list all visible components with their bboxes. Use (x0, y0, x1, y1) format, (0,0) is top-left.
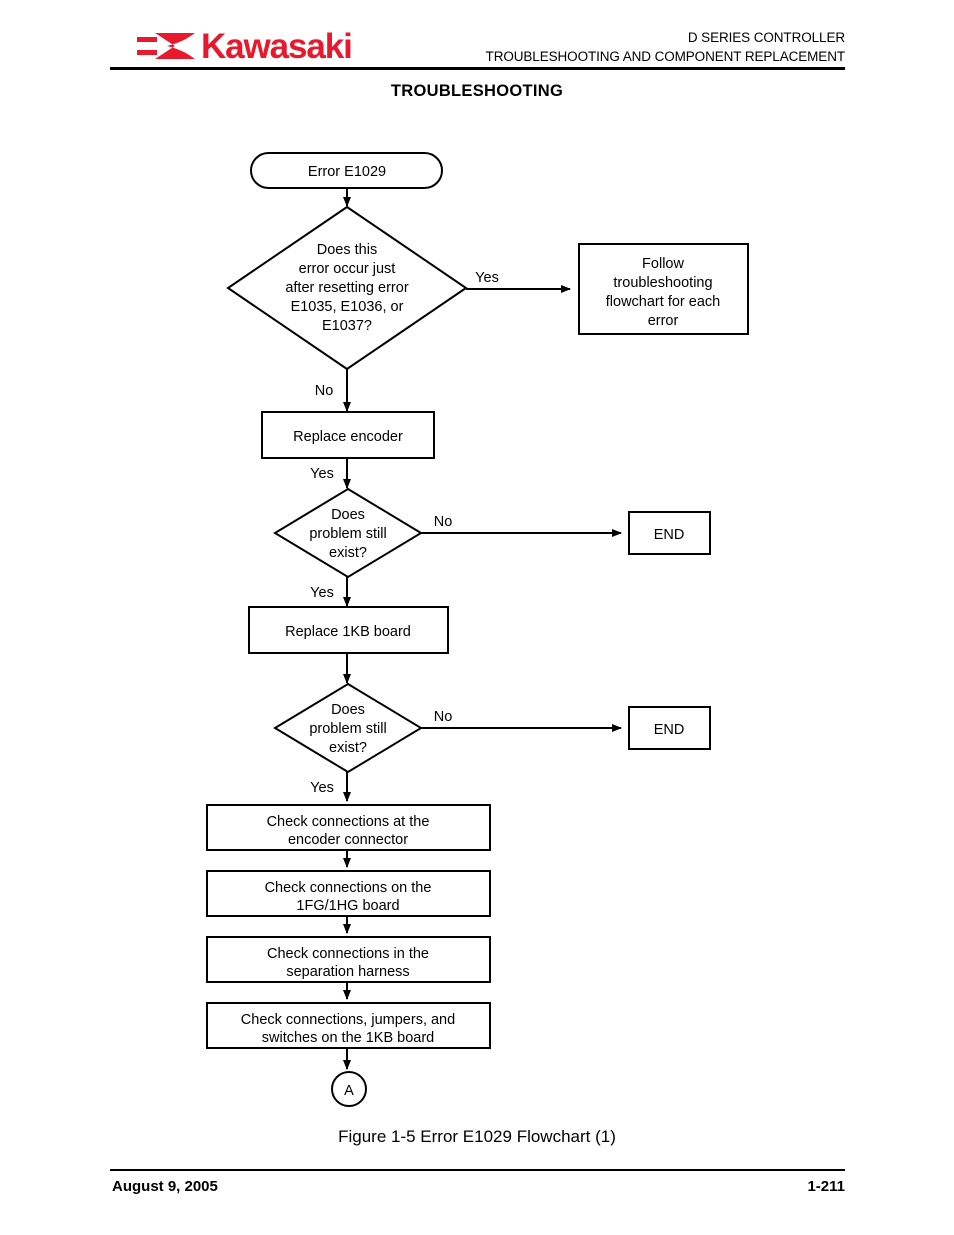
end2-label: END (654, 722, 685, 738)
decision3-yes-label: Yes (310, 780, 334, 796)
decision1-yes-label: Yes (475, 270, 499, 286)
flow-node-check-1kb-board: Check connections, jumpers, and switches… (206, 1002, 491, 1049)
page-header: Kawasaki D SERIES CONTROLLER TROUBLESHOO… (0, 0, 954, 100)
flow-node-decision2: Does problem still exist? (273, 487, 423, 579)
end1-label: END (654, 527, 685, 543)
check1-line-2: encoder connector (288, 832, 408, 848)
flow-node-follow-troubleshooting: Follow troubleshooting flowchart for eac… (578, 243, 749, 335)
troubleshooting-flowchart: Error E1029 Does this error occur just a… (0, 130, 954, 1115)
decision1-no-label: No (315, 383, 334, 399)
footer-date: August 9, 2005 (112, 1178, 218, 1195)
decision3-line-1: Does (331, 702, 365, 718)
check1-line-1: Check connections at the (267, 814, 430, 830)
follow-box-line-4: error (648, 313, 679, 329)
document-header-text: D SERIES CONTROLLER TROUBLESHOOTING AND … (485, 28, 846, 66)
document-page: Kawasaki D SERIES CONTROLLER TROUBLESHOO… (0, 0, 954, 1235)
document-series-line: D SERIES CONTROLLER (687, 30, 845, 45)
decision1-line-5: E1037? (322, 318, 372, 334)
decision2-line-3: exist? (329, 545, 367, 561)
check3-line-2: separation harness (286, 964, 409, 980)
follow-box-line-3: flowchart for each (606, 294, 720, 310)
flow-node-end-1: END (628, 511, 711, 555)
flow-node-replace-1kb-board: Replace 1KB board (248, 606, 449, 654)
start-node-label: Error E1029 (308, 164, 386, 180)
replace-encoder-out-label: Yes (310, 466, 334, 482)
check4-line-2: switches on the 1KB board (262, 1030, 435, 1046)
footer-page-number: 1-211 (807, 1178, 845, 1195)
kawasaki-logo: Kawasaki (137, 24, 353, 68)
page-title: TROUBLESHOOTING (390, 82, 564, 100)
decision3-no-label: No (434, 709, 453, 725)
connector-a-label: A (344, 1083, 354, 1099)
check2-line-2: 1FG/1HG board (296, 898, 399, 914)
decision1-line-1: Does this (317, 242, 377, 258)
decision2-line-1: Does (331, 507, 365, 523)
flow-node-replace-encoder: Replace encoder (261, 411, 435, 459)
check2-line-1: Check connections on the (265, 880, 432, 896)
document-subject-line: TROUBLESHOOTING AND COMPONENT REPLACEMEN… (485, 49, 846, 64)
kawasaki-wordmark: Kawasaki (201, 26, 353, 66)
decision3-line-2: problem still (309, 721, 386, 737)
decision1-line-3: after resetting error (285, 280, 408, 296)
check3-line-1: Check connections in the (267, 946, 429, 962)
replace-encoder-label: Replace encoder (293, 429, 403, 445)
flow-node-check-encoder-connector: Check connections at the encoder connect… (206, 804, 491, 851)
flow-node-connector-a: A (331, 1071, 367, 1107)
kawasaki-river-mark-icon (137, 33, 195, 59)
replace-1kb-label: Replace 1KB board (285, 624, 411, 640)
check4-line-1: Check connections, jumpers, and (241, 1012, 455, 1028)
footer-divider (110, 1169, 845, 1171)
flow-node-check-1fg-1hg-board: Check connections on the 1FG/1HG board (206, 870, 491, 917)
decision2-yes-label: Yes (310, 585, 334, 601)
header-divider (110, 67, 845, 70)
follow-box-line-2: troubleshooting (613, 275, 712, 291)
decision2-line-2: problem still (309, 526, 386, 542)
flow-node-decision3: Does problem still exist? (273, 682, 423, 774)
figure-caption: Figure 1-5 Error E1029 Flowchart (1) (338, 1127, 616, 1146)
decision3-line-3: exist? (329, 740, 367, 756)
flow-node-decision1: Does this error occur just after resetti… (226, 205, 468, 371)
flow-node-start: Error E1029 (250, 152, 443, 189)
decision1-line-2: error occur just (299, 261, 396, 277)
decision2-no-label: No (434, 514, 453, 530)
decision1-line-4: E1035, E1036, or (291, 299, 404, 315)
flow-node-end-2: END (628, 706, 711, 750)
flowchart-canvas: Error E1029 Does this error occur just a… (206, 152, 749, 1107)
flow-node-check-separation-harness: Check connections in the separation harn… (206, 936, 491, 983)
follow-box-line-1: Follow (642, 256, 684, 272)
